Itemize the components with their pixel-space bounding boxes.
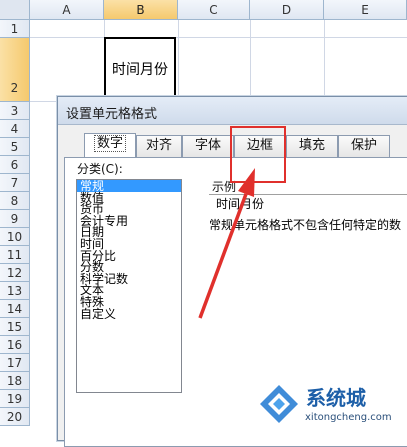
watermark-name: 系统城 [306, 386, 366, 410]
pointer-arrow-icon [198, 168, 255, 319]
watermark-url: xitongcheng.com [305, 412, 392, 423]
